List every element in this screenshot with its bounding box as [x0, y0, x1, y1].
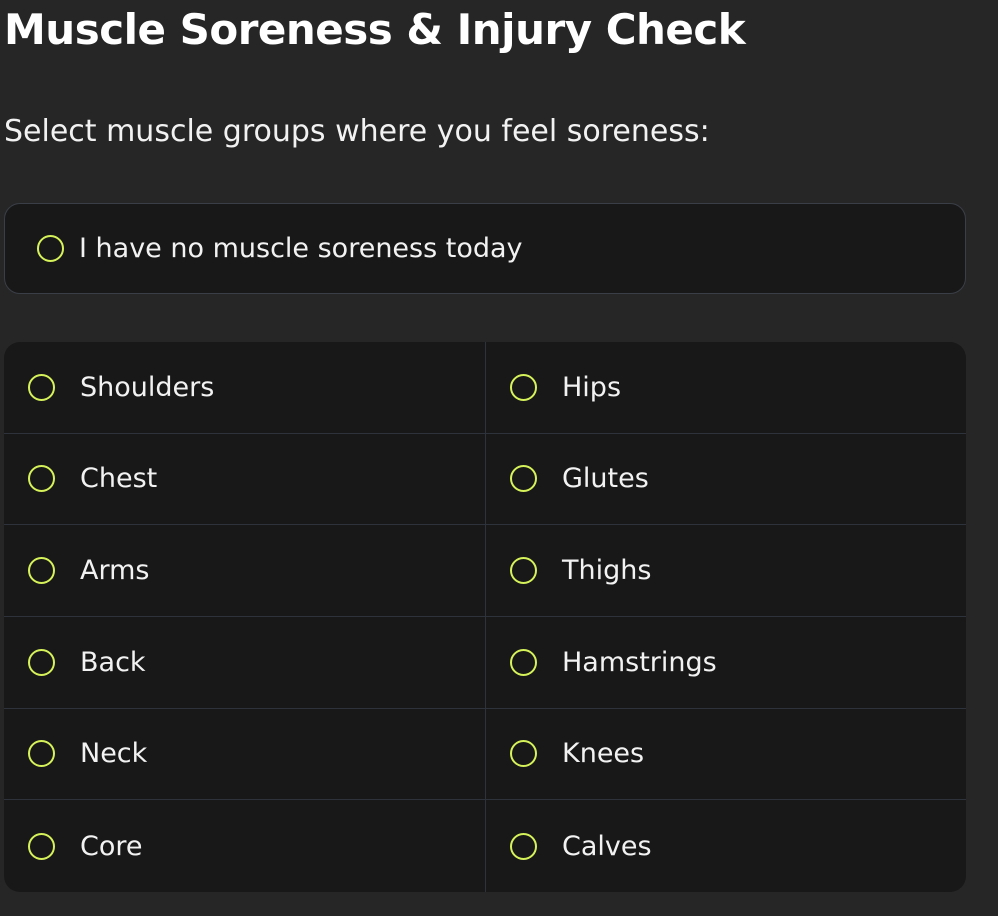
radio-circle-icon[interactable] [28, 648, 55, 676]
radio-circle-icon[interactable] [510, 740, 537, 768]
radio-circle-icon[interactable] [28, 740, 55, 768]
muscle-option-chest[interactable]: Chest [4, 433, 486, 526]
muscle-group-grid: Shoulders Hips Chest Glutes Arms Thighs … [4, 342, 966, 892]
muscle-option-label: Neck [80, 738, 148, 770]
muscle-option-knees[interactable]: Knees [486, 709, 966, 801]
muscle-option-label: Arms [80, 555, 150, 587]
muscle-option-label: Core [80, 830, 143, 862]
muscle-option-label: Knees [562, 738, 645, 770]
muscle-option-label: Glutes [562, 463, 649, 495]
muscle-option-label: Thighs [562, 555, 652, 587]
muscle-option-core[interactable]: Core [4, 800, 486, 892]
muscle-option-label: Hips [562, 371, 622, 403]
muscle-option-back[interactable]: Back [4, 616, 486, 709]
radio-circle-icon[interactable] [37, 235, 64, 262]
no-soreness-option[interactable]: I have no muscle soreness today [4, 203, 966, 294]
radio-circle-icon[interactable] [28, 465, 55, 493]
muscle-option-neck[interactable]: Neck [4, 708, 486, 801]
radio-circle-icon[interactable] [510, 373, 537, 401]
page: Muscle Soreness & Injury Check Select mu… [0, 0, 998, 916]
muscle-option-label: Calves [562, 830, 652, 862]
muscle-option-glutes[interactable]: Glutes [486, 434, 966, 526]
muscle-option-hamstrings[interactable]: Hamstrings [486, 617, 966, 709]
muscle-option-hips[interactable]: Hips [486, 342, 966, 434]
muscle-option-label: Back [80, 646, 146, 678]
radio-circle-icon[interactable] [28, 557, 55, 585]
muscle-option-label: Shoulders [80, 371, 215, 403]
radio-circle-icon[interactable] [28, 373, 55, 401]
radio-circle-icon[interactable] [28, 832, 55, 860]
muscle-option-arms[interactable]: Arms [4, 525, 486, 617]
no-soreness-label: I have no muscle soreness today [79, 233, 523, 264]
radio-circle-icon[interactable] [510, 648, 537, 676]
muscle-option-thighs[interactable]: Thighs [486, 525, 966, 617]
muscle-option-label: Chest [80, 463, 158, 495]
page-subtitle: Select muscle groups where you feel sore… [4, 114, 710, 149]
radio-circle-icon[interactable] [510, 557, 537, 585]
radio-circle-icon[interactable] [510, 465, 537, 493]
muscle-option-shoulders[interactable]: Shoulders [4, 342, 486, 434]
muscle-option-label: Hamstrings [562, 646, 717, 678]
muscle-option-calves[interactable]: Calves [486, 800, 966, 892]
radio-circle-icon[interactable] [510, 832, 537, 860]
page-title: Muscle Soreness & Injury Check [4, 5, 746, 54]
